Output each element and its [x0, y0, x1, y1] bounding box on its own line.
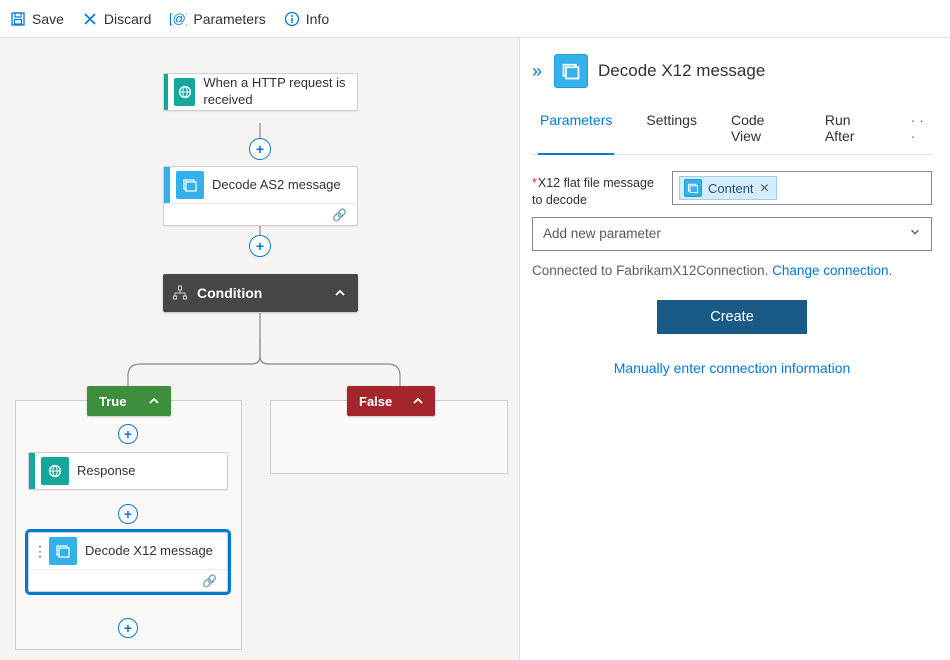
add-parameter-dropdown[interactable]: Add new parameter: [532, 217, 932, 251]
card-title: Response: [69, 463, 144, 480]
add-step-button[interactable]: +: [118, 504, 138, 524]
discard-button[interactable]: Discard: [82, 11, 151, 27]
tab-settings[interactable]: Settings: [644, 104, 699, 154]
param-label-x12-body: *X12 flat file message to decode: [532, 171, 662, 209]
card-decode-as2[interactable]: Decode AS2 message 🔗: [163, 166, 358, 226]
change-connection-link[interactable]: Change connection.: [772, 263, 892, 278]
save-button[interactable]: Save: [10, 11, 64, 27]
add-parameter-label: Add new parameter: [543, 226, 661, 241]
discard-label: Discard: [104, 11, 151, 27]
manual-connection-link[interactable]: Manually enter connection information: [532, 360, 932, 376]
add-step-button[interactable]: +: [249, 235, 271, 257]
panel-action-icon: [554, 54, 588, 88]
panel-tabs: Parameters Settings Code View Run After …: [532, 104, 932, 155]
true-label: True: [99, 394, 126, 409]
x12-icon: [49, 537, 77, 565]
save-label: Save: [32, 11, 64, 27]
chevron-up-icon: [411, 394, 425, 408]
panel-title: Decode X12 message: [598, 61, 765, 81]
link-icon: 🔗: [202, 574, 217, 588]
chevron-up-icon[interactable]: [322, 286, 358, 300]
tab-run-after[interactable]: Run After: [823, 104, 879, 154]
card-response[interactable]: Response: [28, 452, 228, 490]
card-accent: [164, 74, 168, 110]
add-step-button[interactable]: +: [118, 618, 138, 638]
card-accent: [29, 453, 35, 489]
card-title: Decode X12 message: [77, 543, 221, 560]
action-config-panel: » Decode X12 message Parameters Settings…: [520, 38, 950, 660]
card-title: When a HTTP request is received: [195, 75, 357, 109]
save-icon: [10, 11, 26, 27]
condition-title: Condition: [197, 285, 322, 301]
card-title: Decode AS2 message: [204, 177, 349, 194]
param-input-x12-body[interactable]: Content ✕: [672, 171, 932, 205]
as2-icon: [176, 171, 204, 199]
chevron-up-icon: [147, 394, 161, 408]
info-label: Info: [306, 11, 329, 27]
card-decode-x12[interactable]: ⋮ Decode X12 message 🔗: [28, 532, 228, 592]
http-trigger-icon: [174, 78, 195, 106]
create-button[interactable]: Create: [657, 300, 807, 334]
svg-text:[@]: [@]: [169, 11, 187, 26]
parameters-label: Parameters: [193, 11, 265, 27]
card-accent: [164, 167, 170, 203]
discard-icon: [82, 11, 98, 27]
token-label: Content: [708, 181, 754, 196]
info-icon: [284, 11, 300, 27]
tab-code-view[interactable]: Code View: [729, 104, 793, 154]
card-http-trigger[interactable]: When a HTTP request is received: [163, 73, 358, 111]
link-icon: 🔗: [332, 208, 347, 222]
token-remove-icon[interactable]: ✕: [760, 181, 770, 195]
tab-more[interactable]: · · ·: [909, 104, 932, 154]
condition-icon: [163, 285, 197, 301]
add-step-button[interactable]: +: [118, 424, 138, 444]
false-label: False: [359, 394, 392, 409]
drag-handle-icon[interactable]: ⋮: [33, 543, 47, 560]
token-icon: [684, 179, 702, 197]
info-button[interactable]: Info: [284, 11, 329, 27]
card-condition[interactable]: Condition: [163, 274, 358, 312]
chevron-down-icon: [909, 226, 921, 241]
token-content[interactable]: Content ✕: [679, 176, 777, 200]
workflow-canvas[interactable]: When a HTTP request is received + Decode…: [0, 38, 520, 660]
add-step-button[interactable]: +: [249, 138, 271, 160]
response-icon: [41, 457, 69, 485]
designer-toolbar: Save Discard [@] Parameters Info: [0, 0, 950, 38]
parameters-button[interactable]: [@] Parameters: [169, 11, 265, 27]
collapse-panel-icon[interactable]: »: [532, 61, 542, 82]
tab-parameters[interactable]: Parameters: [538, 104, 614, 155]
parameters-icon: [@]: [169, 11, 187, 27]
connection-status: Connected to FabrikamX12Connection. Chan…: [532, 263, 932, 278]
true-pill[interactable]: True: [87, 386, 171, 416]
false-pill[interactable]: False: [347, 386, 435, 416]
